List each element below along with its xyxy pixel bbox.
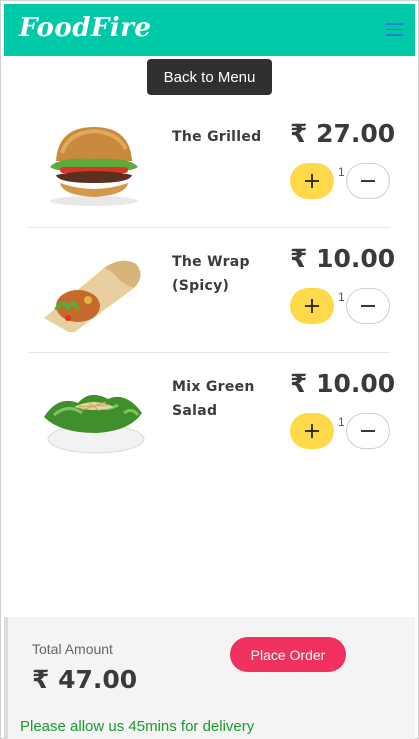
plus-icon: [305, 174, 319, 188]
total-amount-label: Total Amount: [32, 641, 113, 657]
cart-item: The Wrap (Spicy) ₹ 10.00 1: [28, 228, 395, 353]
item-quantity: 1: [338, 415, 345, 429]
burger-image: [50, 127, 138, 206]
decrease-quantity-button[interactable]: [346, 413, 390, 449]
item-name: The Wrap (Spicy): [172, 254, 250, 294]
item-price: ₹ 27.00: [290, 119, 396, 148]
decrease-quantity-button[interactable]: [346, 163, 390, 199]
minus-icon: [361, 305, 375, 307]
cart-item: The Grilled ₹ 27.00 1: [28, 103, 395, 228]
increase-quantity-button[interactable]: [290, 413, 334, 449]
place-order-button[interactable]: Place Order: [230, 637, 346, 672]
decrease-quantity-button[interactable]: [346, 288, 390, 324]
navbar: FoodFire: [4, 4, 415, 56]
back-to-menu-button[interactable]: Back to Menu: [147, 59, 272, 95]
hamburger-icon[interactable]: [386, 23, 403, 38]
total-amount-value: ₹ 47.00: [32, 665, 138, 694]
item-price: ₹ 10.00: [290, 369, 396, 398]
minus-icon: [361, 180, 375, 182]
item-quantity: 1: [338, 165, 345, 179]
plus-icon: [305, 299, 319, 313]
increase-quantity-button[interactable]: [290, 288, 334, 324]
salad-image: [44, 394, 145, 454]
item-name: Mix Green Salad: [172, 379, 255, 419]
minus-icon: [361, 430, 375, 432]
order-summary: Total Amount ₹ 47.00 Place Order Please …: [4, 617, 415, 739]
increase-quantity-button[interactable]: [290, 163, 334, 199]
item-price: ₹ 10.00: [290, 244, 396, 273]
delivery-note: Please allow us 45mins for delivery: [20, 718, 255, 735]
brand-logo[interactable]: FoodFire: [19, 13, 151, 43]
item-quantity: 1: [338, 290, 345, 304]
cart-item: Mix Green Salad ₹ 10.00 1: [28, 353, 395, 478]
item-name: The Grilled: [172, 129, 262, 145]
wrap-image: [44, 260, 141, 332]
plus-icon: [305, 424, 319, 438]
